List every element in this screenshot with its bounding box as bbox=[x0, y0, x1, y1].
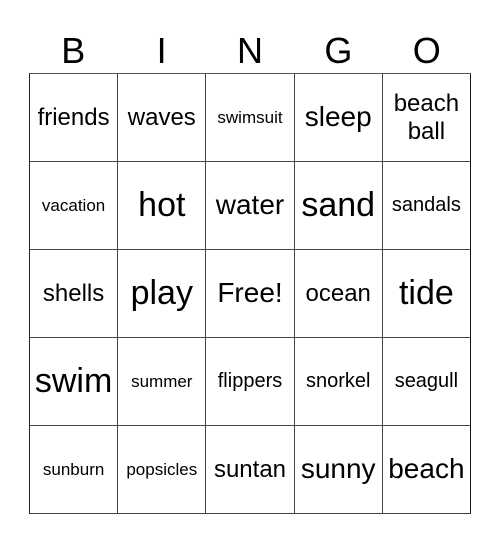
cell-text: summer bbox=[131, 371, 193, 391]
bingo-cell[interactable]: popsicles bbox=[118, 426, 207, 514]
bingo-cell[interactable]: ocean bbox=[294, 250, 383, 338]
cell-text: sandals bbox=[391, 194, 461, 216]
header-letter-i: I bbox=[156, 30, 167, 71]
bingo-cell[interactable]: beach bbox=[382, 426, 471, 514]
bingo-cell[interactable]: snorkel bbox=[294, 338, 383, 426]
bingo-cell[interactable]: suntan bbox=[206, 426, 295, 514]
cell-text: snorkel bbox=[305, 370, 371, 392]
header-letter-o: O bbox=[412, 30, 441, 71]
bingo-cell[interactable]: water bbox=[206, 162, 295, 250]
bingo-cell[interactable]: sleep bbox=[294, 74, 383, 162]
cell-text: beach bbox=[388, 453, 465, 485]
cell-text: swim bbox=[34, 361, 113, 400]
cell-text: friends bbox=[37, 103, 110, 131]
bingo-cell[interactable]: hot bbox=[118, 162, 207, 250]
bingo-cell[interactable]: waves bbox=[118, 74, 207, 162]
header-letter-b: B bbox=[61, 30, 86, 71]
bingo-cell[interactable]: flippers bbox=[206, 338, 295, 426]
cell-text: sand bbox=[301, 185, 376, 224]
bingo-cell[interactable]: shells bbox=[30, 250, 119, 338]
cell-text: vacation bbox=[41, 195, 106, 215]
cell-text: sunburn bbox=[42, 459, 105, 479]
bingo-cell[interactable]: tide bbox=[382, 250, 471, 338]
bingo-header: B I N G O bbox=[29, 28, 471, 73]
cell-text: hot bbox=[138, 185, 186, 224]
bingo-cell[interactable]: swim bbox=[30, 338, 119, 426]
bingo-cell[interactable]: friends bbox=[30, 74, 119, 162]
bingo-grid: friends waves swimsuit sleep beach ball … bbox=[29, 73, 471, 514]
bingo-cell[interactable]: play bbox=[118, 250, 207, 338]
cell-text: seagull bbox=[394, 370, 459, 392]
cell-text: beach ball bbox=[393, 89, 460, 145]
bingo-cell[interactable]: beach ball bbox=[382, 74, 471, 162]
cell-text: play bbox=[130, 273, 193, 312]
bingo-cell[interactable]: sandals bbox=[382, 162, 471, 250]
cell-text: flippers bbox=[217, 370, 283, 392]
cell-text: sleep bbox=[304, 101, 372, 133]
free-space-cell[interactable]: Free! bbox=[206, 250, 295, 338]
cell-text: ocean bbox=[305, 279, 371, 307]
bingo-cell[interactable]: sunny bbox=[294, 426, 383, 514]
bingo-cell[interactable]: vacation bbox=[30, 162, 119, 250]
cell-text: tide bbox=[398, 273, 454, 312]
bingo-cell[interactable]: sand bbox=[294, 162, 383, 250]
cell-text: swimsuit bbox=[217, 107, 283, 127]
bingo-cell[interactable]: swimsuit bbox=[206, 74, 295, 162]
header-letter-g: G bbox=[324, 30, 353, 71]
bingo-cell[interactable]: sunburn bbox=[30, 426, 119, 514]
header-letter-n: N bbox=[236, 30, 263, 71]
bingo-cell[interactable]: summer bbox=[118, 338, 207, 426]
cell-text: shells bbox=[42, 279, 105, 307]
cell-text: sunny bbox=[300, 453, 376, 485]
cell-text: Free! bbox=[217, 277, 283, 309]
cell-text: suntan bbox=[213, 455, 287, 483]
bingo-cell[interactable]: seagull bbox=[382, 338, 471, 426]
cell-text: waves bbox=[127, 103, 196, 131]
cell-text: popsicles bbox=[126, 459, 198, 479]
cell-text: water bbox=[215, 189, 285, 221]
